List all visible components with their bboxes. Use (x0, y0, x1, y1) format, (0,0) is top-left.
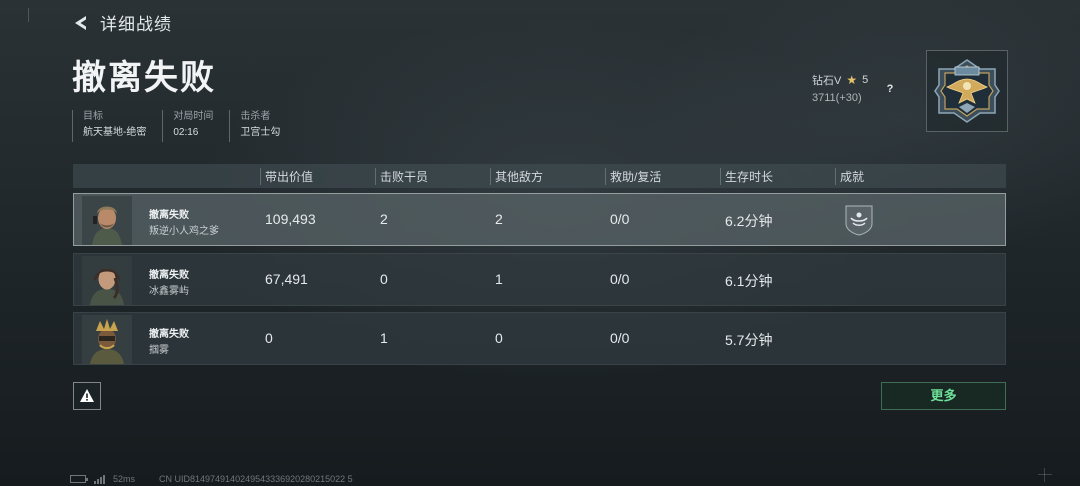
cell-assist: 0/0 (610, 330, 630, 346)
rank-badge[interactable] (926, 50, 1008, 132)
more-button[interactable]: 更多 (881, 382, 1006, 410)
rank-info: 钻石V ★ 5 3711(+30) (812, 72, 868, 104)
cell-kills: 0 (380, 271, 388, 287)
cell-kills: 2 (380, 211, 388, 227)
achievement-shield-icon[interactable] (844, 204, 874, 236)
back-arrow-icon (75, 15, 86, 30)
status-footer: 52ms CN UID81497491402495433369202802150… (70, 474, 353, 484)
col-header-achievement: 成就 (835, 168, 864, 185)
cell-assist: 0/0 (610, 271, 630, 287)
ping-text: 52ms (113, 474, 136, 484)
col-header-assist: 救助/复活 (605, 168, 661, 185)
star-icon: ★ (846, 73, 858, 87)
meta-objective: 目标 航天基地-绝密 (72, 110, 158, 142)
row-status: 撤离失败 (149, 210, 189, 221)
meta-value: 02:16 (173, 127, 199, 138)
player-name: 掴雾 (149, 345, 169, 356)
cell-other: 1 (495, 271, 503, 287)
operator-avatar (82, 256, 132, 305)
meta-label: 击杀者 (240, 111, 271, 122)
col-header-other: 其他敌方 (490, 168, 543, 185)
operator-avatar (82, 196, 132, 245)
cell-survival: 6.2分钟 (725, 213, 773, 229)
meta-killer: 击杀者 卫宫士勾 (229, 110, 292, 142)
uid-text: CN UID8149749140249543336920280215022 5 (159, 474, 353, 484)
signal-icon (94, 474, 105, 484)
cell-other: 2 (495, 211, 503, 227)
cell-value: 67,491 (265, 271, 308, 287)
rank-stars: 5 (862, 74, 869, 86)
row-status: 撤离失败 (149, 329, 189, 340)
table-header: 带出价值 击败干员 其他敌方 救助/复活 生存时长 成就 (73, 164, 1006, 188)
warning-icon (80, 389, 94, 402)
cell-other: 0 (495, 330, 503, 346)
player-name: 冰鑫雾屿 (149, 286, 189, 297)
match-meta: 目标 航天基地-绝密 对局时间 02:16 击杀者 卫宫士勾 (72, 110, 296, 142)
help-icon[interactable]: ? (882, 82, 898, 96)
meta-label: 目标 (83, 111, 103, 122)
back-button[interactable]: 详细战绩 (72, 10, 172, 35)
battery-icon (70, 475, 88, 483)
report-button[interactable] (73, 382, 101, 410)
operator-avatar (82, 315, 132, 364)
cell-survival: 6.1分钟 (725, 273, 773, 289)
match-detail-screen: 详细战绩 撤离失败 目标 航天基地-绝密 对局时间 02:16 击杀者 卫宫士勾… (0, 0, 1080, 486)
cell-kills: 1 (380, 330, 388, 346)
crosshair-decoration (1038, 468, 1052, 482)
table-row[interactable]: 撤离失败 掴雾 0 1 0 0/0 5.7分钟 (73, 312, 1006, 365)
corner-decoration (28, 8, 39, 22)
cell-value: 0 (265, 330, 273, 346)
col-header-kills: 击败干员 (375, 168, 428, 185)
player-name: 叛逆小人鸡之爹 (149, 226, 219, 237)
cell-survival: 5.7分钟 (725, 332, 773, 348)
col-header-value: 带出价值 (260, 168, 313, 185)
page-title: 详细战绩 (100, 15, 172, 34)
table-row[interactable]: 撤离失败 冰鑫雾屿 67,491 0 1 0/0 6.1分钟 (73, 253, 1006, 306)
table-row[interactable]: 撤离失败 叛逆小人鸡之爹 109,493 2 2 0/0 6.2分钟 (73, 193, 1006, 246)
row-status: 撤离失败 (149, 270, 189, 281)
cell-assist: 0/0 (610, 211, 630, 227)
rank-tier: 钻石V (812, 75, 842, 87)
rank-score: 3711(+30) (812, 92, 862, 104)
diamond-rank-emblem-icon (934, 59, 1000, 123)
col-header-survival: 生存时长 (720, 168, 773, 185)
meta-label: 对局时间 (173, 111, 214, 122)
meta-duration: 对局时间 02:16 (162, 110, 225, 142)
meta-value: 卫宫士勾 (240, 127, 281, 138)
meta-value: 航天基地-绝密 (83, 127, 147, 138)
result-title: 撤离失败 (72, 59, 216, 97)
cell-value: 109,493 (265, 211, 316, 227)
